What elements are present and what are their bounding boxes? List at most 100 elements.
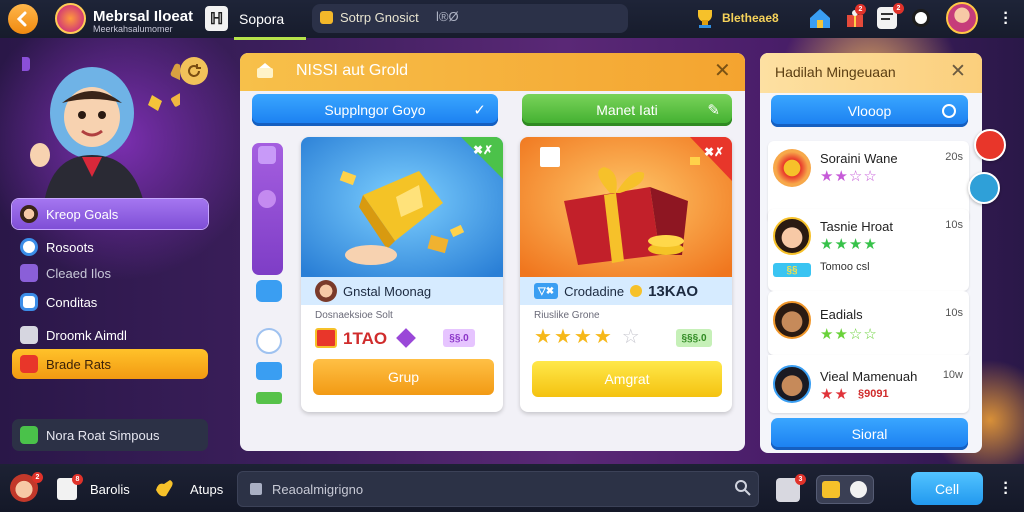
- list-item[interactable]: Eadials 10s ★★☆☆: [768, 291, 969, 355]
- sidebar-footer-label: Nora Roat Simpous: [46, 427, 160, 443]
- card-sub-label: Riuslike Grone: [534, 310, 600, 321]
- image-icon: [250, 483, 262, 495]
- card-cta-button[interactable]: Amgrat: [532, 361, 722, 397]
- list-item-stars: ★★: [820, 386, 849, 403]
- back-button[interactable]: [8, 4, 38, 34]
- reward-card-1[interactable]: ✖✗ Gnstal Moonag Dosnaeksioe Solt 1TAO §…: [301, 137, 503, 412]
- gift-avatar: [773, 149, 811, 187]
- more-icon[interactable]: · · ·: [1000, 6, 1012, 32]
- list-item-time: 20s: [945, 151, 963, 163]
- card-avatar: [315, 280, 337, 302]
- refresh-button[interactable]: [180, 57, 208, 85]
- sidebar-item-kreop-goals[interactable]: Kreop Goals: [12, 199, 208, 229]
- person-icon: [20, 238, 38, 256]
- top-search-suffix: l®Ø: [436, 9, 459, 24]
- close-icon[interactable]: ✕: [714, 58, 731, 83]
- primary-button[interactable]: Supplngor Goyo ✓: [252, 94, 498, 126]
- bottom-item-2[interactable]: Atups: [190, 482, 223, 497]
- sidebar-item-label: Kreop Goals: [46, 206, 119, 222]
- hand-icon[interactable]: [152, 476, 176, 500]
- globe-icon[interactable]: [850, 481, 867, 498]
- notification-badge: 2: [855, 4, 866, 15]
- reward-card-2[interactable]: ✖✗ ▽✖ Crodadine 13KAO Riuslike Grone ★ ★…: [520, 137, 732, 412]
- puzzle-icon: [20, 264, 38, 282]
- chat-icon: [20, 293, 38, 311]
- close-icon[interactable]: ✕: [950, 60, 966, 83]
- list-item-stars: ★★☆☆: [820, 168, 878, 185]
- sidebar-item-brade-rats[interactable]: Brade Rats: [12, 349, 208, 379]
- crown-icon: [255, 60, 275, 80]
- card-pill: §§§.0: [676, 329, 712, 347]
- star-empty-icon: ☆: [621, 326, 640, 348]
- user-avatar[interactable]: [946, 2, 978, 34]
- bottom-item-1[interactable]: Barolis: [90, 482, 130, 497]
- settings-icon[interactable]: [912, 9, 930, 27]
- list-item-name: Soraini Wane: [820, 151, 898, 166]
- arrow-left-icon: [16, 11, 27, 27]
- active-tab-indicator: [234, 37, 306, 40]
- sidebar-item-label: Cleaed Ilos: [46, 265, 112, 281]
- coin-stack-icon[interactable]: [822, 481, 840, 498]
- calendar-badge: 2: [893, 3, 904, 14]
- card-cta-button[interactable]: Grup: [313, 359, 494, 395]
- card-image-gift-box: [520, 137, 732, 277]
- call-button[interactable]: Cell: [911, 472, 983, 505]
- filter-icon[interactable]: [258, 146, 276, 164]
- sidebar-item-conditas[interactable]: Conditas: [12, 287, 208, 317]
- sidebar-footer-button[interactable]: Nora Roat Simpous: [12, 419, 208, 451]
- card-image-gold-box: [301, 137, 503, 277]
- list-item[interactable]: Vieal Mamenuah 10w ★★ §9091: [768, 355, 969, 413]
- heart-button[interactable]: [256, 328, 282, 354]
- card-corner-tag: ✖✗: [473, 143, 494, 157]
- list-item-extra: Tomoo csl: [820, 261, 870, 273]
- list-item-name: Eadials: [820, 307, 863, 322]
- shield-icon[interactable]: [256, 280, 282, 302]
- list-item-time: 10w: [942, 369, 963, 381]
- more-icon[interactable]: · · ·: [1000, 476, 1012, 502]
- list-item-name: Vieal Mamenuah: [820, 369, 918, 384]
- card-rating: ★ ★ ★ ★ ☆: [534, 327, 640, 347]
- ticket-icon[interactable]: [256, 392, 282, 404]
- document-badge: 8: [72, 474, 83, 485]
- card-sub-label: Dosnaeksioe Solt: [315, 310, 393, 321]
- game-badge: 3: [795, 474, 806, 485]
- top-search-text: Sotrp Gnosict: [340, 10, 419, 25]
- slider-icon[interactable]: [258, 190, 276, 208]
- list-item[interactable]: Tasnie Hroat 10s ★★★★ §§ Tomoo csl: [768, 209, 969, 291]
- sidebar-item-cleaed-ilos[interactable]: Cleaed Ilos: [12, 258, 208, 288]
- profile-badge: 2: [32, 472, 43, 483]
- trophy-icon[interactable]: [692, 5, 718, 31]
- folder-icon: [320, 11, 333, 24]
- home-icon[interactable]: [807, 5, 833, 31]
- secondary-button-label: Manet Iati: [596, 102, 658, 118]
- right-panel-footer-button[interactable]: Sioral: [771, 418, 968, 450]
- tab-sopora[interactable]: Sopora: [239, 11, 284, 27]
- card-pill: §§.0: [443, 329, 475, 347]
- secondary-button[interactable]: Manet Iati ✎: [522, 94, 732, 126]
- gift-icon: [315, 328, 337, 348]
- sidebar-item-label: Brade Rats: [46, 356, 112, 372]
- list-item-time: 10s: [945, 307, 963, 319]
- cube-icon: [20, 326, 38, 344]
- sidebar-item-droomk-aimdl[interactable]: Droomk Aimdl: [12, 320, 208, 350]
- card-band-label: Crodadine: [564, 283, 625, 299]
- card-value: 1TAO: [343, 329, 388, 348]
- bottom-search-placeholder: Reaoalmigrigno: [272, 482, 364, 497]
- app-subtitle: Meerkahsalumomer: [93, 24, 173, 34]
- search-icon[interactable]: [734, 479, 752, 497]
- right-panel-button[interactable]: Vlooop: [771, 95, 968, 127]
- check-icon: ✓: [473, 102, 486, 119]
- card-band-label: Gnstal Moonag: [343, 283, 432, 299]
- rocket-button[interactable]: [968, 172, 1000, 204]
- right-panel-button-label: Vlooop: [847, 103, 892, 119]
- bookmark-icon[interactable]: ℍ: [205, 6, 228, 31]
- card-band: ▽✖ Crodadine 13KAO: [520, 277, 732, 305]
- list-item-time: 10s: [945, 219, 963, 231]
- star-icon: ★: [593, 326, 612, 348]
- list-item-tag: §§: [773, 263, 811, 277]
- card-icon: [20, 355, 38, 373]
- person-small-icon[interactable]: [256, 362, 282, 380]
- main-panel-title: NISSI aut Grold: [296, 62, 409, 79]
- avatar-icon: [20, 205, 38, 223]
- mail-button[interactable]: [974, 129, 1006, 161]
